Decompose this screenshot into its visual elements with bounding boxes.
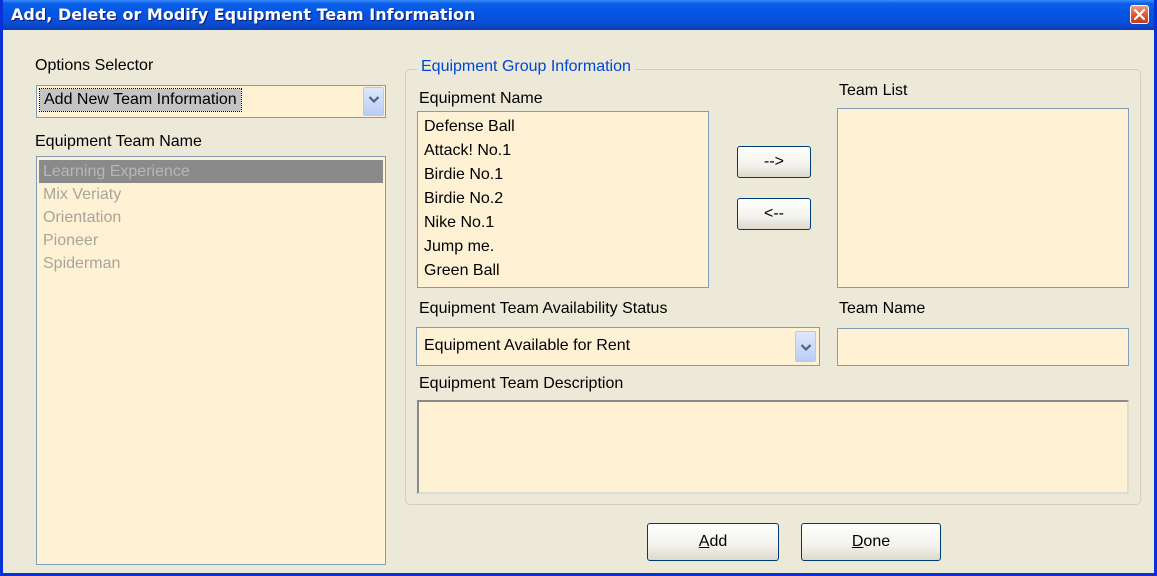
remove-from-team-button[interactable]: <-- (737, 198, 811, 230)
list-item[interactable]: Learning Experience (39, 160, 383, 183)
list-item[interactable]: Birdie No.2 (420, 187, 706, 210)
list-item[interactable]: Nike No.1 (420, 211, 706, 234)
close-button[interactable] (1130, 5, 1149, 24)
team-description-textarea[interactable] (417, 400, 1129, 494)
done-button-label: Done (851, 533, 891, 550)
dialog-window: Add, Delete or Modify Equipment Team Inf… (0, 0, 1157, 576)
list-item[interactable]: Pioneer (39, 229, 383, 252)
list-item[interactable]: Green Ball (420, 259, 706, 282)
add-button-label: Add (698, 533, 728, 550)
team-name-label: Team Name (839, 300, 926, 317)
options-selector-value: Add New Team Information (39, 88, 242, 112)
list-item[interactable]: Mix Veriaty (39, 183, 383, 206)
window-title: Add, Delete or Modify Equipment Team Inf… (11, 5, 476, 24)
equipment-name-listbox[interactable]: Defense Ball Attack! No.1 Birdie No.1 Bi… (417, 111, 709, 288)
add-to-team-button[interactable]: --> (737, 146, 811, 178)
list-item[interactable]: Spiderman (39, 252, 383, 275)
add-button[interactable]: Add (647, 523, 779, 561)
availability-status-value: Equipment Available for Rent (424, 337, 631, 354)
remove-from-team-label: <-- (764, 205, 784, 222)
chevron-down-icon (800, 344, 812, 352)
team-list-listbox[interactable] (837, 108, 1129, 288)
equipment-team-name-label: Equipment Team Name (35, 133, 202, 150)
list-item[interactable]: Defense Ball (420, 115, 706, 138)
team-list-label: Team List (839, 82, 908, 99)
availability-status-dropdown[interactable]: Equipment Available for Rent (416, 327, 820, 366)
chevron-down-icon (368, 96, 380, 104)
availability-status-label: Equipment Team Availability Status (419, 300, 668, 317)
equipment-name-label: Equipment Name (419, 90, 543, 107)
list-item[interactable]: Jump me. (420, 235, 706, 258)
team-name-listbox[interactable]: Learning Experience Mix Veriaty Orientat… (36, 156, 386, 565)
team-description-label: Equipment Team Description (419, 375, 624, 392)
done-button[interactable]: Done (801, 523, 941, 561)
list-item[interactable]: Birdie No.1 (420, 163, 706, 186)
title-bar[interactable]: Add, Delete or Modify Equipment Team Inf… (3, 0, 1154, 30)
team-name-input[interactable] (837, 328, 1129, 366)
options-selector-label: Options Selector (35, 57, 154, 74)
options-dropdown-button[interactable] (363, 87, 384, 116)
close-icon (1134, 9, 1145, 20)
list-item[interactable]: Attack! No.1 (420, 139, 706, 162)
options-selector-dropdown[interactable]: Add New Team Information (36, 85, 386, 118)
status-dropdown-button[interactable] (795, 331, 816, 362)
add-to-team-label: --> (764, 153, 784, 170)
list-item[interactable]: Orientation (39, 206, 383, 229)
equipment-group-title: Equipment Group Information (417, 58, 635, 76)
